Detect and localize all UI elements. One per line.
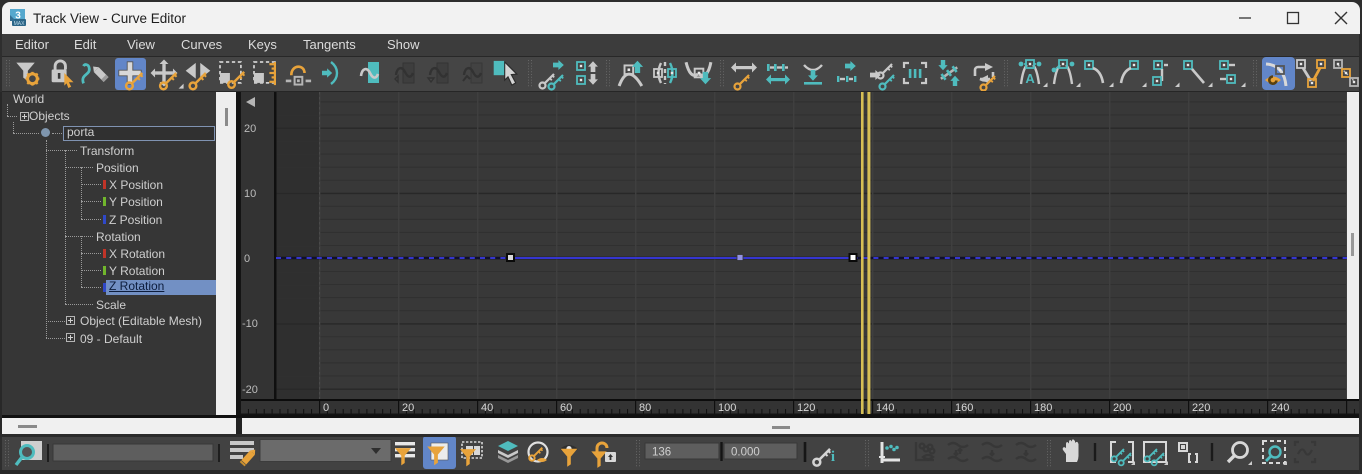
svg-text:-10: -10: [242, 318, 258, 330]
svg-text:200: 200: [1113, 402, 1131, 414]
svg-text:3: 3: [15, 11, 21, 22]
svg-text:i: i: [831, 449, 835, 465]
svg-text:MAX: MAX: [14, 21, 26, 26]
svg-text:160: 160: [955, 402, 973, 414]
svg-text:136: 136: [652, 447, 671, 459]
svg-text:-20: -20: [242, 384, 258, 396]
svg-text:20: 20: [244, 123, 256, 135]
svg-text:220: 220: [1192, 402, 1210, 414]
svg-text:0: 0: [323, 402, 329, 414]
svg-text:20: 20: [402, 402, 414, 414]
svg-text:120: 120: [797, 402, 815, 414]
svg-text:180: 180: [1034, 402, 1052, 414]
svg-text:0: 0: [244, 253, 250, 265]
svg-text:100: 100: [718, 402, 736, 414]
svg-text:40: 40: [481, 402, 493, 414]
svg-text:A: A: [1025, 71, 1035, 86]
svg-text:0.000: 0.000: [731, 447, 760, 459]
svg-text:60: 60: [560, 402, 572, 414]
svg-text:240: 240: [1271, 402, 1289, 414]
svg-text:80: 80: [639, 402, 651, 414]
svg-text:140: 140: [876, 402, 894, 414]
svg-text:10: 10: [244, 188, 256, 200]
